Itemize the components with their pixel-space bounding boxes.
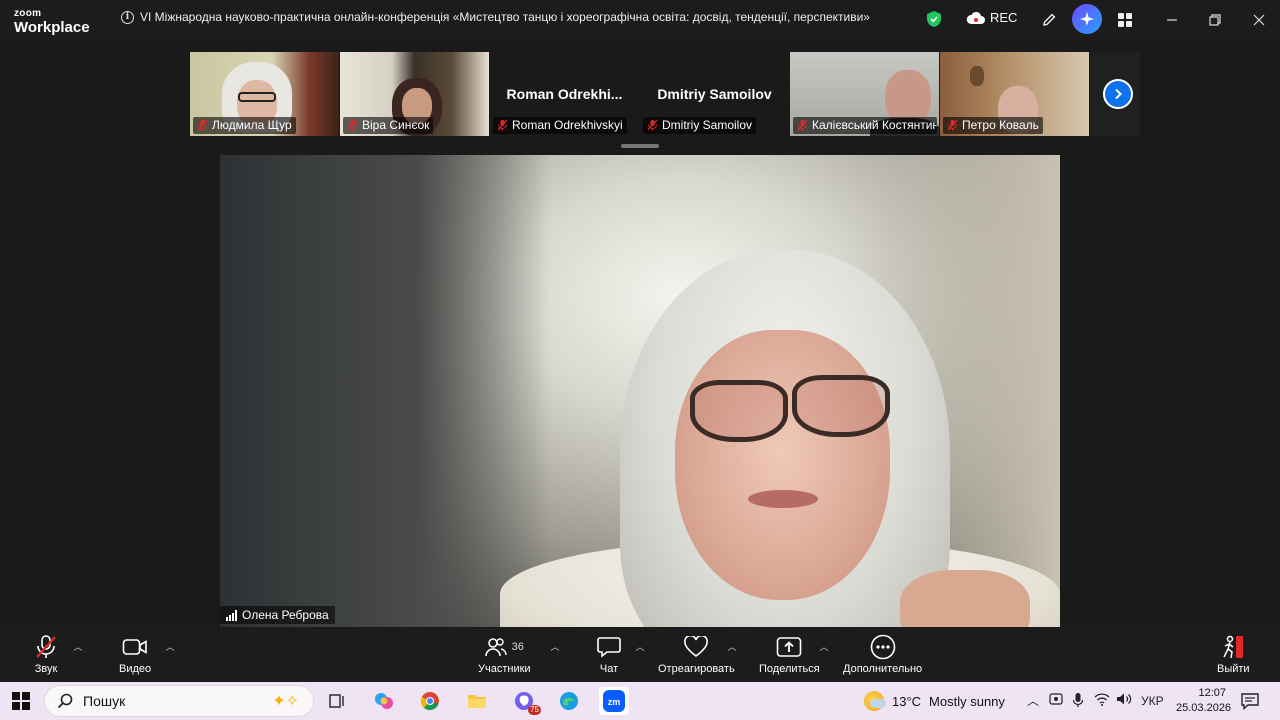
share-button[interactable]: Поделиться (759, 634, 820, 675)
share-screen-icon (777, 637, 802, 657)
rec-label: REC (990, 10, 1018, 25)
participants-options-caret[interactable]: ︿ (550, 640, 560, 652)
apps-grid-icon[interactable] (1113, 8, 1137, 32)
restore-icon[interactable] (1200, 8, 1230, 32)
participant-display-name: Dmitriy Samoilov (657, 86, 772, 102)
partly-sunny-icon (864, 691, 886, 711)
participant-tile[interactable]: Dmitriy Samoilov Dmitriy Samoilov (640, 52, 789, 136)
cloud-record-indicator[interactable]: REC (966, 10, 1017, 25)
os-taskbar: Пошук ✦✧ 75 zm 13°C Mostly sunny ︿ УКР 1… (0, 682, 1280, 720)
participant-name-label: Roman Odrekhivskyi (493, 117, 627, 134)
minimize-icon[interactable] (1157, 8, 1187, 32)
weather-widget[interactable]: 13°C Mostly sunny (864, 691, 1005, 711)
audio-options-caret[interactable]: ︿ (73, 640, 83, 652)
volume-icon[interactable] (1116, 692, 1132, 709)
title-bar: zoom Workplace i VI Міжнародна науково-п… (0, 0, 1280, 40)
copilot-icon[interactable] (369, 687, 399, 715)
more-button[interactable]: Дополнительно (843, 634, 922, 675)
more-dots-icon (870, 634, 895, 660)
svg-text:zm: zm (608, 697, 621, 707)
search-icon (57, 693, 73, 709)
react-button[interactable]: Отреагировать (658, 634, 735, 675)
participants-count: 36 (511, 641, 524, 653)
participant-tile[interactable]: Віра Синєок (340, 52, 489, 136)
zoom-taskbar-icon[interactable]: zm (599, 687, 629, 715)
logo-top-text: zoom (14, 8, 42, 19)
muted-mic-icon (647, 119, 658, 131)
shield-icon[interactable] (926, 10, 942, 33)
strip-resize-handle[interactable] (621, 144, 659, 148)
logo-bottom-text: Workplace (14, 19, 90, 36)
heart-icon (684, 636, 709, 658)
windows-start-icon[interactable] (12, 692, 30, 710)
task-view-icon[interactable] (322, 687, 352, 715)
weather-temp: 13°C (892, 693, 922, 709)
chat-button[interactable]: Чат (597, 634, 621, 675)
participant-name-label: Петро Коваль (943, 117, 1043, 134)
connection-signal-icon (226, 609, 237, 621)
system-clock[interactable]: 12:07 25.03.2026 (1176, 686, 1232, 716)
tray-app-icon[interactable] (1049, 692, 1063, 709)
participant-name-label: Dmitriy Samoilov (643, 117, 757, 134)
chevron-up-icon[interactable]: ︿ (1027, 692, 1039, 709)
video-options-caret[interactable]: ︿ (165, 640, 175, 652)
meeting-title: VI Міжнародна науково-практична онлайн-к… (140, 10, 870, 24)
leave-button[interactable]: Выйти (1217, 634, 1250, 675)
participant-name-label: Калієвський Костянтин (793, 117, 937, 134)
participant-name-label: Людмила Щур (193, 117, 296, 134)
speaker-name: Олена Реброва (242, 608, 329, 622)
share-options-caret[interactable]: ︿ (819, 640, 829, 652)
taskbar-search[interactable]: Пошук ✦✧ (44, 685, 314, 717)
participant-tile[interactable]: Roman Odrekhi... Roman Odrekhivskyi (490, 52, 639, 136)
participant-tile[interactable]: Петро Коваль (940, 52, 1089, 136)
muted-mic-icon (197, 119, 208, 131)
chat-options-caret[interactable]: ︿ (635, 640, 645, 652)
next-page-button[interactable] (1103, 79, 1133, 109)
participant-tile[interactable]: Людмила Щур (190, 52, 339, 136)
muted-mic-icon (797, 119, 808, 131)
notification-center-icon[interactable] (1240, 691, 1260, 711)
chat-bubble-icon (597, 637, 621, 658)
active-speaker-video[interactable] (220, 155, 1060, 627)
chevron-right-icon (1115, 88, 1122, 100)
active-speaker-label: Олена Реброва (220, 606, 335, 624)
annotate-pencil-icon[interactable] (1037, 8, 1061, 32)
close-icon[interactable] (1244, 8, 1274, 32)
react-options-caret[interactable]: ︿ (727, 640, 737, 652)
chrome-icon[interactable] (415, 687, 445, 715)
speaker-face (675, 330, 890, 600)
microphone-icon[interactable] (1072, 692, 1084, 711)
cloud-icon (966, 11, 985, 24)
zoom-logo: zoom Workplace (14, 8, 90, 36)
participant-name-label: Віра Синєок (343, 117, 434, 134)
clock-date: 25.03.2026 (1176, 702, 1232, 714)
participants-button[interactable]: 36 Участники (478, 634, 531, 675)
info-icon[interactable]: i (121, 11, 134, 24)
weather-desc: Mostly sunny (929, 693, 1005, 709)
search-placeholder: Пошук (83, 693, 126, 709)
muted-mic-icon (36, 635, 56, 658)
notification-badge: 75 (528, 705, 541, 715)
muted-mic-icon (497, 119, 508, 131)
meeting-toolbar: Звук ︿ Видео ︿ 36 Участники ︿ Чат ︿ Отре… (0, 628, 1280, 682)
ai-companion-sparkle-icon[interactable] (1072, 4, 1102, 34)
video-camera-icon (122, 639, 147, 655)
leave-exit-icon (1223, 635, 1244, 659)
wifi-icon[interactable] (1094, 692, 1110, 709)
muted-mic-icon (347, 119, 358, 131)
audio-button[interactable]: Звук (34, 634, 58, 675)
video-button[interactable]: Видео (119, 634, 151, 675)
muted-mic-icon (947, 119, 958, 131)
speaker-hand (900, 570, 1030, 627)
input-language[interactable]: УКР (1141, 694, 1164, 708)
messenger-app-icon[interactable]: 75 (509, 687, 541, 715)
edge-icon[interactable] (554, 687, 584, 715)
sparkle-decoration-icon: ✦✧ (272, 693, 299, 710)
participant-tile[interactable]: Калієвський Костянтин (790, 52, 939, 136)
file-explorer-icon[interactable] (462, 687, 492, 715)
participants-icon (484, 638, 507, 657)
participant-display-name: Roman Odrekhi... (506, 86, 623, 102)
clock-time: 12:07 (1198, 687, 1226, 699)
participant-strip: Людмила Щур Віра Синєок Roman Odrekhi...… (190, 52, 1140, 136)
